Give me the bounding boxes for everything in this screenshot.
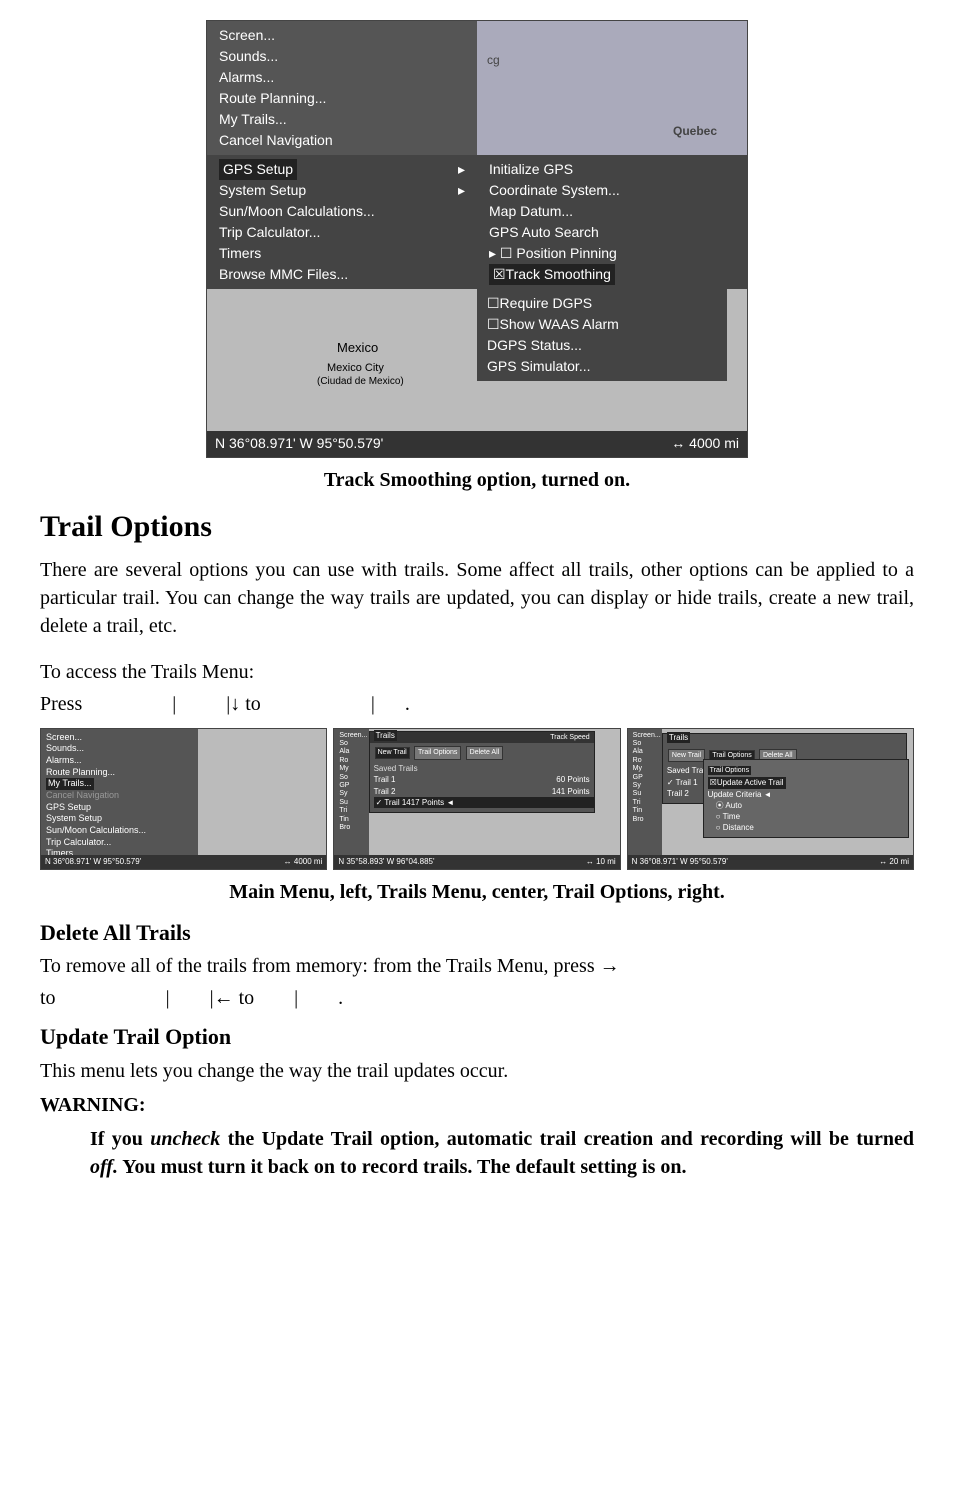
body-text: This menu lets you change the way the tr… [40,1057,914,1085]
map-label: Quebec [673,122,717,140]
menu-item-highlighted: GPS Setup [219,159,297,180]
menu-item: My Trails... [219,109,465,130]
menu-item: Map Datum... [489,201,735,222]
panel-subtitle: Trail Options [708,766,751,776]
menu-item: Route Planning... [219,88,465,109]
menu-item: Sounds... [219,46,465,67]
menu-item: Route Planning... [46,767,193,779]
menu-item: System Setup [219,182,306,198]
menu-item: GPS Setup [46,802,193,814]
menu-item-highlighted: My Trails... [46,778,94,790]
menu-item: DGPS Status... [487,335,717,356]
coordinates: N 36°08.971' W 95°50.579' [632,856,728,867]
panel-title: Trails [667,732,690,743]
submenu-overlay: ☐Require DGPS ☐Show WAAS Alarm DGPS Stat… [477,289,727,381]
menu-item: Screen... [46,732,193,744]
menu-item: Alarms... [219,67,465,88]
menu-item: System Setup [46,813,193,825]
instruction-line: Press | |↓ to | . [40,690,914,718]
warning-text: If you uncheck the Update Trail option, … [90,1125,914,1181]
radio-option: ○ Distance [708,822,904,833]
delete-all-button: Delete All [466,746,504,760]
map-label: cg [487,51,500,69]
map-label: Mexico [337,339,378,357]
body-text: To remove all of the trails from memory:… [40,952,914,980]
radio-option: ○ Time [708,811,904,822]
panel-title: Trails [374,730,397,741]
menu-item: GPS Auto Search [489,222,735,243]
menu-item: Browse MMC Files... [219,264,465,285]
menu-item: ☐Show WAAS Alarm [487,314,717,335]
scale-indicator: ↔ 20 mi [879,856,909,867]
menu-item-disabled: Cancel Navigation [46,790,193,802]
chevron-right-icon: ▸ [458,159,465,180]
main-screenshot: Screen... Sounds... Alarms... Route Plan… [206,20,748,458]
menu-item: Timers [219,243,465,264]
new-trail-button: New Trail [375,747,410,759]
figure-caption: Main Menu, left, Trails Menu, center, Tr… [40,878,914,906]
chevron-right-icon: ▸ [458,180,465,201]
radio-option: ⦿ Auto [708,800,904,811]
coordinates: N 35°58.893' W 96°04.885' [338,856,434,867]
body-text: There are several options you can use wi… [40,556,914,640]
menu-item: Initialize GPS [489,159,735,180]
option-item: Update Criteria ◄ [708,789,904,800]
menu-item-highlighted: ☒Track Smoothing [489,264,615,285]
menu-item: Alarms... [46,755,193,767]
menu-item: Coordinate System... [489,180,735,201]
menu-item: Sun/Moon Calculations... [219,201,465,222]
scale-indicator: ↔ 10 mi [586,856,616,867]
new-trail-button: New Trail [668,749,705,763]
map-label: (Ciudad de Mexico) [317,375,404,389]
option-highlighted: ☒Update Active Trail [708,777,786,788]
triple-screenshot-row: Screen... Sounds... Alarms... Route Plan… [40,728,914,870]
figure-caption: Track Smoothing option, turned on. [40,466,914,494]
subsection-heading: Update Trail Option [40,1022,914,1053]
chevron-right-icon: ▸ [489,245,500,261]
list-header: Saved Trails [374,763,590,774]
warning-heading: WARNING: [40,1091,914,1119]
status-bar: N 36°08.971' W 95°50.579' ↔ 4000 mi [207,431,747,457]
menu-item: Sun/Moon Calculations... [46,825,193,837]
scale-indicator: ↔ 4000 mi [284,856,323,867]
menu-item-disabled: Cancel Navigation [219,130,465,151]
instruction-line: to | |← to | . [40,984,914,1012]
coordinates: N 36°08.971' W 95°50.579' [215,434,383,454]
menu-item: ☐ Position Pinning [500,245,617,261]
body-text: To access the Trails Menu: [40,658,914,686]
trail-options-button: Trail Options [414,746,461,760]
menu-item: GPS Simulator... [487,356,717,377]
coordinates: N 36°08.971' W 95°50.579' [45,856,141,867]
section-heading: Trail Options [40,506,914,548]
panel-topbar: Track Speed [370,732,594,744]
menu-item: ☐Require DGPS [487,293,717,314]
scale-indicator: ↔ 4000 mi [671,434,739,454]
mini-trails-menu: Screen... So Ala Ro My So GP Sy Su Tri T… [333,728,620,870]
mini-main-menu: Screen... Sounds... Alarms... Route Plan… [40,728,327,870]
menu-item: Screen... [219,25,465,46]
subsection-heading: Delete All Trails [40,918,914,949]
menu-item: Trip Calculator... [219,222,465,243]
mini-trail-options: Screen... So Ala Ro My GP Sy Su Tri Tin … [627,728,914,870]
menu-item: Trip Calculator... [46,837,193,849]
menu-item: Sounds... [46,743,193,755]
